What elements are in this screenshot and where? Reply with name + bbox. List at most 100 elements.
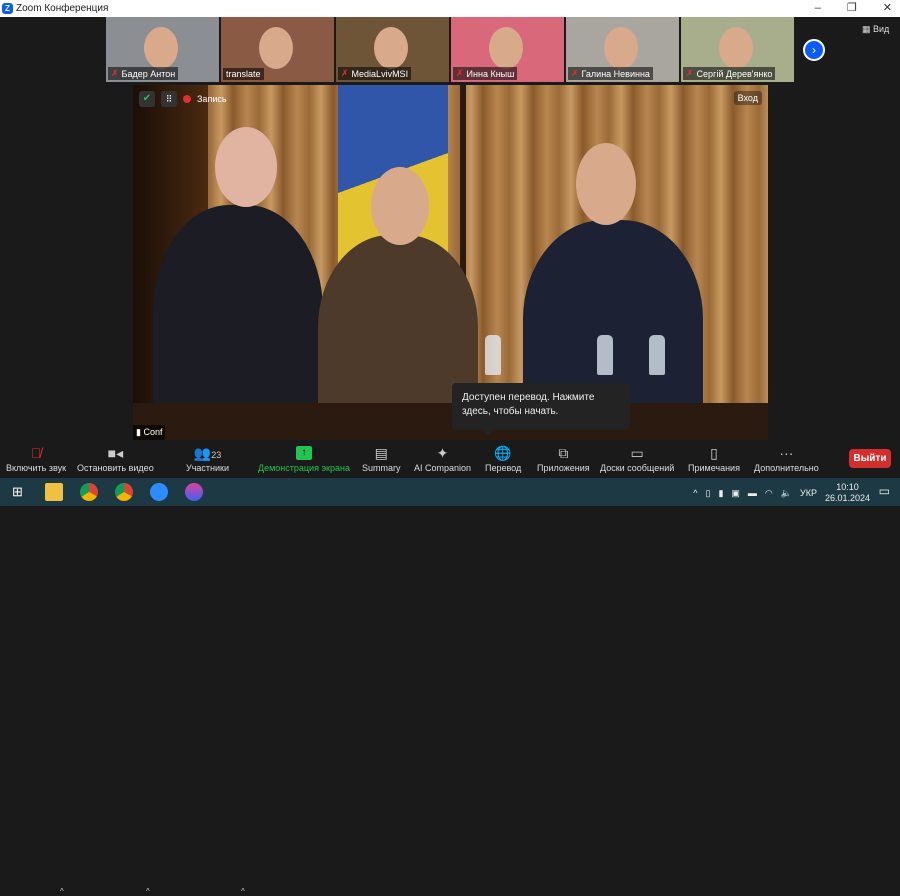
mic-icon[interactable]: ▮ [718,488,723,499]
speaker-1-head [215,127,277,207]
sparkle-icon: ✦ [436,445,449,461]
notes-icon: ▯ [710,445,718,461]
water-bottle [649,335,665,375]
share-arrow-icon: ↑ [295,446,312,460]
notifications-icon[interactable]: ▭ [879,484,890,498]
participant-name-tag: translate [223,68,264,80]
summary-label: Summary [362,463,401,473]
participant-name: Бадер Антон [121,68,176,79]
translation-tooltip[interactable]: Доступен перевод. Нажмите здесь, чтобы н… [452,383,630,436]
next-page-button[interactable]: › [803,39,825,61]
unmute-button[interactable]: 🎙̸ Включить звук [6,443,66,473]
minimize-button[interactable]: – [815,0,821,17]
wifi-icon[interactable]: ◠ [765,488,773,499]
water-bottle [485,335,501,375]
participant-video [259,27,293,69]
system-tray: ^ ▯ ▮ ▣ ▬ ◠ 🔈 УКР 10:10 26.01.2024 [693,482,870,504]
apps-button[interactable]: ⧉ Приложения [537,443,590,473]
login-button[interactable]: Вход [733,91,762,105]
participant-name-tag: ✗ Сергій Дерев'янко [683,67,776,80]
mic-muted-icon: ✗ [111,68,119,78]
participant-tile[interactable]: ✗ Сергій Дерев'янко [681,17,794,82]
participants-icon: 👥23 [193,445,222,461]
mic-muted-icon: ✗ [341,68,349,78]
chrome-icon[interactable] [115,483,133,501]
tray-expand-icon[interactable]: ^ [693,488,697,498]
participant-tile[interactable]: ✗ Бадер Антон [106,17,219,82]
summary-icon: ▤ [374,445,388,461]
maximize-button[interactable]: ❐ [847,0,857,17]
participant-tile[interactable]: ✗ Галина Невинна [566,17,679,82]
share-label: Демонстрация экрана [258,463,350,473]
ai-companion-button[interactable]: ✦ AI Companion [414,443,471,473]
file-explorer-icon[interactable] [45,483,63,501]
view-button[interactable]: ▦ Вид [862,24,889,35]
date: 26.01.2024 [824,493,870,503]
recording-label: Запись [197,94,227,104]
battery-icon[interactable]: ▬ [748,488,757,498]
windows-taskbar: ⊞ ^ ▯ ▮ ▣ ▬ ◠ 🔈 УКР 10:10 26.01.2024 ▭ [0,478,900,506]
summary-button[interactable]: ▤ Summary [362,443,401,473]
video-options-caret[interactable]: ^ [146,887,150,896]
more-button[interactable]: ··· Дополнительно [754,443,819,473]
participant-video [374,27,408,69]
leave-button[interactable]: Выйти [849,449,891,468]
volume-icon[interactable]: 🔈 [781,488,792,499]
zoom-app-icon[interactable] [150,483,168,501]
meet-now-icon[interactable]: ▣ [731,488,740,499]
stop-video-button[interactable]: ■◂ Остановить видео [77,443,154,473]
table [133,403,768,440]
window-title: Zoom Конференция [16,3,109,14]
whiteboards-button[interactable]: ▭ Доски сообщений [600,443,674,473]
participant-tile[interactable]: ✗ MediaLvivMSI [336,17,449,82]
whiteboards-label: Доски сообщений [600,463,675,473]
participants-options-caret[interactable]: ^ [241,887,245,896]
chrome-icon[interactable] [80,483,98,501]
participant-name: MediaLvivMSI [351,68,409,79]
participant-tile[interactable]: translate [221,17,334,82]
participant-video [144,27,178,69]
audio-options-caret[interactable]: ^ [60,887,64,896]
gallery-grid-icon[interactable]: ⠿ [161,91,177,107]
app-icon[interactable] [185,483,203,501]
title-bar: Z Zoom Конференция – ❐ ✕ [0,0,900,17]
video-name-label: ▮ Conf [133,425,166,440]
mic-muted-icon: ✗ [571,68,579,78]
water-bottle [597,335,613,375]
participants-count: 23 [211,450,222,460]
notes-button[interactable]: ▯ Примечания [688,443,740,473]
participant-strip: ✗ Бадер Антон translate ✗ MediaLvivMSI ✗ Инна … [106,17,794,82]
camera-icon: ■◂ [107,445,124,461]
participant-name-tag: ✗ Инна Кныш [453,67,518,80]
participants-button[interactable]: 👥23 Участники [186,443,229,473]
meeting-toolbar: 🎙̸ Включить звук ^ ■◂ Остановить видео ^ 👥… [0,440,900,896]
participant-name: Инна Кныш [466,68,515,79]
language-indicator[interactable]: УКР [800,488,817,498]
mic-muted-icon: ✗ [456,68,464,78]
participant-name: Галина Невинна [581,68,650,79]
share-screen-button[interactable]: ↑ Демонстрация экрана [258,443,350,473]
stop-video-label: Остановить видео [77,463,154,473]
security-shield-icon[interactable]: ✔ [139,91,155,107]
participant-name: translate [226,69,261,79]
more-dots-icon: ··· [779,445,794,461]
view-label: Вид [873,24,890,34]
globe-icon: 🌐 [494,445,512,461]
participant-name-tag: ✗ Галина Невинна [568,67,653,80]
video-name: Conf [143,427,163,437]
mic-muted-icon: ✗ [686,68,694,78]
clock[interactable]: 10:10 26.01.2024 [825,482,870,504]
zoom-logo-icon: Z [2,3,13,14]
whiteboard-icon: ▭ [630,445,644,461]
participants-label: Участники [186,463,229,473]
main-video[interactable]: ✔ ⠿ Запись Вход ▮ Conf [133,85,768,440]
time: 10:10 [836,482,859,492]
participant-tile[interactable]: ✗ Инна Кныш [451,17,564,82]
translate-label: Перевод [485,463,522,473]
tray-app-icon[interactable]: ▯ [705,488,710,499]
windows-start-icon[interactable]: ⊞ [12,484,23,500]
participant-name: Сергій Дерев'янко [696,68,773,79]
close-button[interactable]: ✕ [883,0,892,17]
translate-button[interactable]: 🌐 Перевод [485,443,521,473]
speaker-3-head [576,143,636,225]
